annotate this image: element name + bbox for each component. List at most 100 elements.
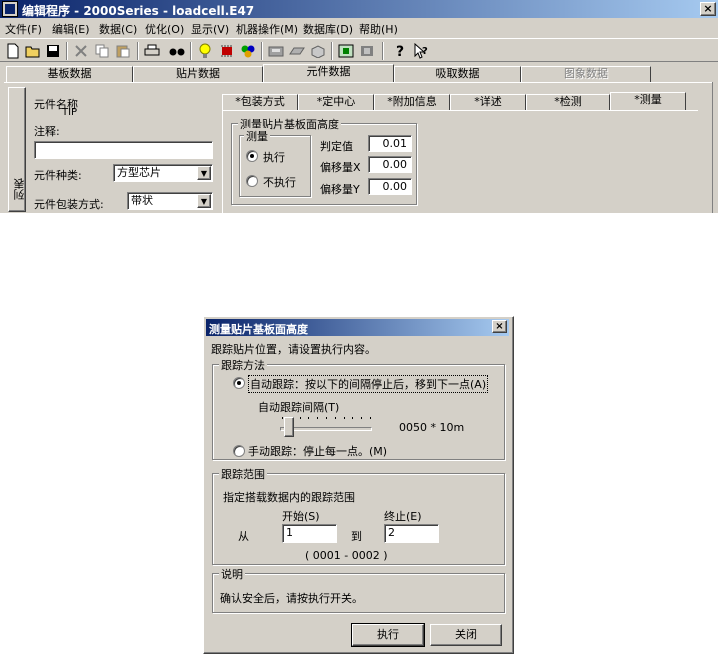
subtab-inspection[interactable]: *检测 [526,94,610,110]
note-group-title: 说明 [219,566,245,582]
method-group: 跟踪方法 自动跟踪：按以下的间隔停止后，移到下一点(A) 自动跟踪间隔(T) 0… [212,357,505,460]
window-close-button[interactable]: × [700,2,716,16]
subtab-centering[interactable]: *定中心 [298,94,374,110]
measure-dialog: 测量贴片基板面高度 × 跟踪贴片位置，请设置执行内容。 跟踪方法 自动跟踪：按以… [203,316,514,654]
radio-not-execute-label[interactable]: 不执行 [263,174,296,190]
title-bar[interactable]: 编辑程序 - 2000Series - loadcell.E47 × [0,0,718,18]
tab-pickup-data[interactable]: 吸取数据 [394,66,521,82]
method-group-title: 跟踪方法 [219,357,267,373]
subtab-additional-info[interactable]: *附加信息 [374,94,450,110]
slider-tick [299,417,301,419]
tab-board-data[interactable]: 基板数据 [6,66,133,82]
stop-icon[interactable] [358,42,376,60]
offset-y-label: 偏移量Y [320,183,360,196]
part-type-value: 方型芯片 [117,166,161,179]
conveyor-icon[interactable] [288,42,306,60]
new-file-icon[interactable] [4,42,22,60]
measure-panel: 测量贴片基板面高度 测量 执行 不执行 判定值 0.01 偏移量X 0.00 偏… [222,110,698,213]
manual-track-label[interactable]: 手动跟踪：停止每一点。(M) [248,443,387,459]
menu-file[interactable]: 文件(F) [5,21,42,37]
auto-track-label[interactable]: 自动跟踪：按以下的间隔停止后，移到下一点(A) [248,375,489,393]
paste-icon[interactable] [114,42,132,60]
tab-image-data: 图象数据 [521,66,651,82]
print-icon[interactable] [143,42,161,60]
measure-subgroup-title: 测量 [244,128,270,144]
menu-optimize[interactable]: 优化(O) [145,21,184,37]
tab-placement-data[interactable]: 贴片数据 [133,66,263,82]
comment-field[interactable] [34,141,213,159]
note-group: 说明 确认安全后，请按执行开关。 [212,566,505,613]
toolbar: ? ? [0,38,718,62]
context-help-icon[interactable]: ? [412,42,430,60]
sub-tab-strip: *包装方式 *定中心 *附加信息 *详述 *检测 *测量 [222,92,692,110]
menu-bar: 文件(F) 编辑(E) 数据(C) 优化(O) 显示(V) 机器操作(M) 数据… [0,18,718,37]
main-tab-strip: 基板数据 贴片数据 元件数据 吸取数据 图象数据 [0,64,718,82]
part-type-select[interactable]: 方型芯片 ▼ [113,164,213,182]
menu-view[interactable]: 显示(V) [191,21,229,37]
radio-execute-label[interactable]: 执行 [263,149,285,165]
part-data-panel: 列表 元件名称 TIP 注释: 元件种类: 方型芯片 ▼ 元件包装方式: 带状 … [4,82,716,213]
radio-auto-track[interactable] [233,377,245,389]
part-name-value: TIP [62,107,78,118]
radio-manual-track[interactable] [233,445,245,457]
judge-label: 判定值 [320,140,353,153]
slider-tick [317,417,319,419]
range-group-title: 跟踪范围 [219,466,267,482]
dialog-title-bar[interactable]: 测量贴片基板面高度 × [206,319,509,336]
end-input[interactable]: 2 [384,524,439,543]
open-folder-icon[interactable] [24,42,42,60]
subtab-measure[interactable]: *测量 [610,92,686,110]
camera-icon[interactable] [309,42,327,60]
part-type-label: 元件种类: [34,169,82,182]
judge-input[interactable]: 0.01 [368,135,412,152]
comment-label: 注释: [34,125,60,138]
subtab-details[interactable]: *详述 [450,94,526,110]
menu-edit[interactable]: 编辑(E) [52,21,90,37]
window-title: 编辑程序 - 2000Series - loadcell.E47 [22,4,255,18]
from-label: 从 [238,530,249,543]
main-window: 编辑程序 - 2000Series - loadcell.E47 × 文件(F)… [0,0,718,213]
chip-icon[interactable] [218,42,236,60]
start-input[interactable]: 1 [282,524,337,543]
offset-x-input[interactable]: 0.00 [368,156,412,173]
subtab-package[interactable]: *包装方式 [222,94,298,110]
lightbulb-icon[interactable] [196,42,214,60]
range-group: 跟踪范围 指定搭载数据内的跟踪范围 开始(S) 终止(E) 从 1 到 2 ( … [212,466,505,565]
nozzle-icon[interactable] [337,42,355,60]
execute-button[interactable]: 执行 [351,623,425,647]
menu-machine[interactable]: 机器操作(M) [236,21,298,37]
auto-interval-label: 自动跟踪间隔(T) [258,401,340,414]
slider-tick [361,417,363,419]
tab-part-data[interactable]: 元件数据 [263,64,394,82]
side-tab-label: 列表 [13,178,26,200]
package-select[interactable]: 带状 ▼ [127,192,213,210]
side-tab-list[interactable]: 列表 [8,87,26,212]
machine-icon[interactable] [267,42,285,60]
chevron-down-icon[interactable]: ▼ [197,194,211,208]
offset-y-input[interactable]: 0.00 [368,178,412,195]
note-text: 确认安全后，请按执行开关。 [220,592,363,605]
close-button[interactable]: 关闭 [430,624,502,646]
help-icon[interactable]: ? [392,42,410,60]
app-icon[interactable] [2,1,18,17]
menu-help[interactable]: 帮助(H) [359,21,398,37]
menu-data[interactable]: 数据(C) [99,21,137,37]
range-description: 指定搭载数据内的跟踪范围 [223,491,355,504]
copy-icon[interactable] [93,42,111,60]
interval-slider-thumb[interactable] [284,417,295,437]
dialog-close-icon[interactable]: × [492,320,507,333]
to-label: 到 [351,530,362,543]
chevron-down-icon[interactable]: ▼ [197,166,211,180]
binoculars-icon[interactable] [168,42,186,60]
components-icon[interactable] [239,42,257,60]
radio-not-execute[interactable] [246,175,258,187]
package-value: 带状 [131,194,153,207]
package-label: 元件包装方式: [34,198,104,211]
save-icon[interactable] [44,42,62,60]
slider-tick [343,417,345,419]
measure-subgroup: 测量 执行 不执行 [239,128,311,197]
slider-tick [352,417,354,419]
radio-execute[interactable] [246,150,258,162]
menu-database[interactable]: 数据库(D) [303,21,353,37]
delete-icon[interactable] [72,42,90,60]
